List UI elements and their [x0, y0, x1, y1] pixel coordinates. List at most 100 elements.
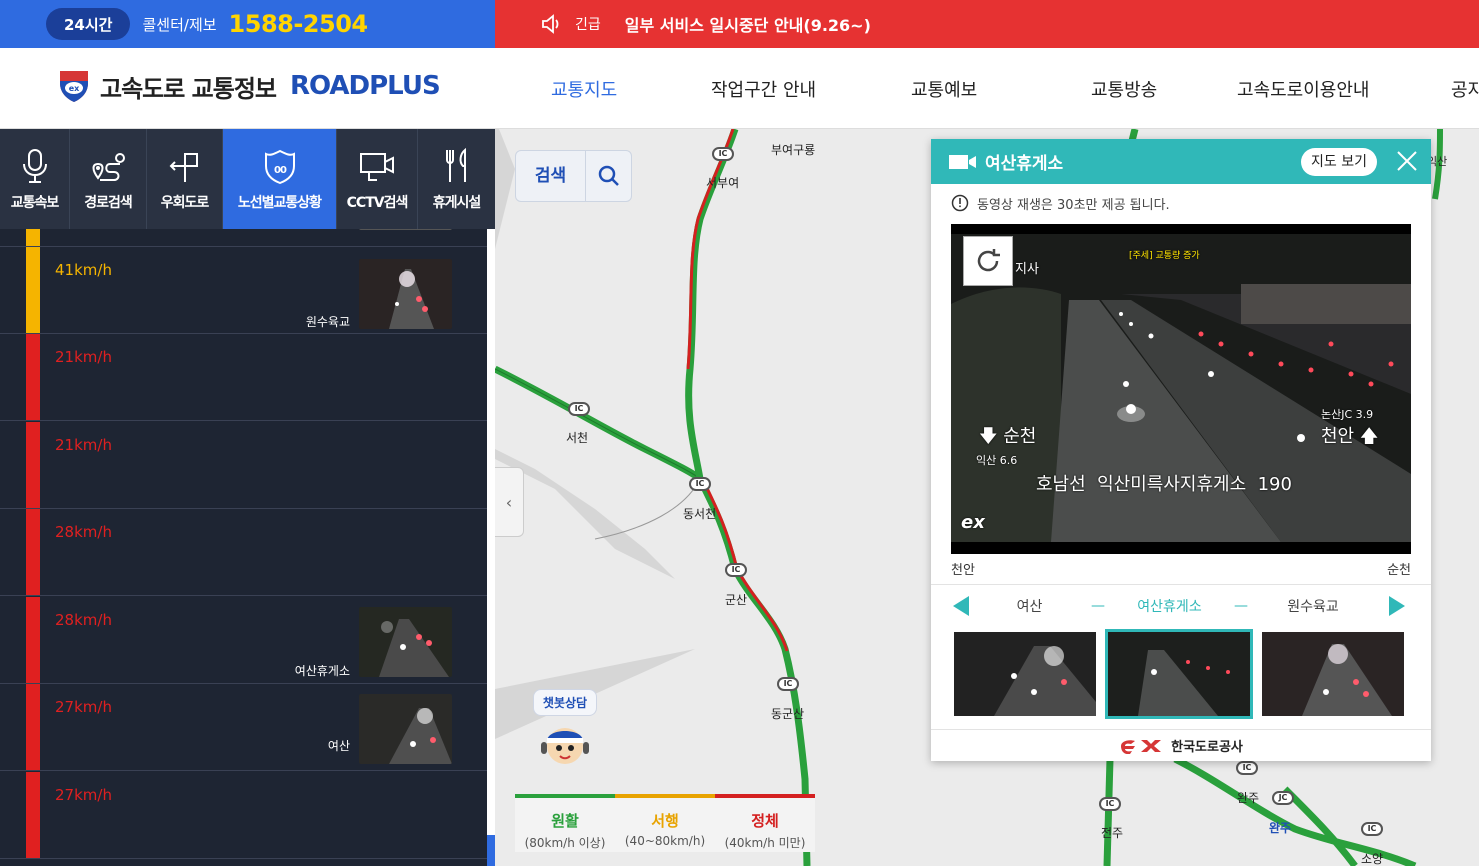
map-label: 군산 — [725, 593, 748, 607]
interchange-marker[interactable]: JC — [1272, 791, 1294, 805]
site-logo[interactable]: ex 고속도로 교통정보 ROADPLUS — [56, 68, 441, 104]
speaker-icon — [542, 14, 559, 34]
separator: — — [1234, 597, 1248, 614]
callcenter-bar: 24시간 콜센터/제보 1588-2504 — [0, 0, 495, 48]
info-notice: 동영상 재생은 30초만 제공 됩니다. — [931, 184, 1431, 222]
callcenter-label: 콜센터/제보 — [142, 15, 217, 34]
interchange-marker[interactable]: IC — [689, 477, 711, 491]
svg-text:00: 00 — [274, 165, 287, 176]
chatbot-mascot-icon — [541, 728, 589, 764]
legend-name: 원활 — [551, 812, 579, 830]
speed-bar — [26, 684, 40, 770]
cctv-thumbnail[interactable] — [359, 229, 452, 230]
list-item[interactable]: 21km/h — [0, 422, 487, 509]
cctv-thumbnail[interactable] — [359, 607, 452, 677]
nav-forecast[interactable]: 교통예보 — [911, 76, 1091, 102]
next-arrow-icon[interactable] — [1387, 595, 1407, 617]
highway-shield-logo-icon: ex — [60, 71, 88, 102]
speed-bar — [26, 229, 40, 246]
ex-brand-logo-icon — [1121, 739, 1162, 754]
info-icon — [951, 194, 969, 212]
cctv-thumbnail[interactable] — [359, 259, 452, 329]
map-label: 완주 — [1237, 791, 1260, 805]
nav-traffic-map[interactable]: 교통지도 — [551, 76, 711, 102]
prev-camera-label[interactable]: 여산 — [971, 596, 1088, 616]
interchange-marker[interactable]: IC — [1099, 797, 1121, 811]
panel-collapse-button[interactable]: ‹ — [495, 467, 524, 537]
nav-broadcast[interactable]: 교통방송 — [1091, 76, 1237, 102]
chatbot-button[interactable]: 챗봇상담 — [533, 689, 597, 780]
video-overlay-text: 천안 🡅 — [1321, 426, 1379, 447]
fork-knife-icon — [445, 147, 466, 182]
cctv-popup: 여산휴게소 지도 보기 동영상 재생은 30초만 제공 됩니다. 지사 [주세]… — [931, 139, 1431, 761]
video-overlay-text: 지사 — [1015, 262, 1039, 277]
site-brand: ROADPLUS — [290, 71, 441, 101]
list-item[interactable]: 왕궁 — [0, 229, 487, 247]
camera-thumbnail-next[interactable] — [1259, 629, 1407, 719]
separator: — — [1091, 597, 1105, 614]
tab-detour[interactable]: 우회도로 — [147, 129, 223, 229]
search-icon[interactable] — [586, 165, 631, 187]
speed-bar — [26, 597, 40, 683]
map-label: 서부여 — [706, 176, 740, 190]
close-icon[interactable] — [1395, 149, 1419, 173]
tab-label: 교통속보 — [10, 195, 60, 211]
interchange-marker[interactable]: IC — [1236, 761, 1258, 775]
tab-rest-area[interactable]: 휴게시설 — [418, 129, 495, 229]
tab-route-search[interactable]: 경로검색 — [70, 129, 147, 229]
speed-value: 21km/h — [55, 348, 112, 366]
chatbot-label: 챗봇상담 — [533, 689, 597, 716]
list-item[interactable]: 28km/h 여산휴게소 — [0, 597, 487, 684]
cctv-video[interactable]: 지사 [주세] 교통량 증가 🡇 순천 익산 6.6 논산JC 3.9 천안 🡅… — [951, 224, 1411, 554]
tab-cctv-search[interactable]: CCTV검색 — [337, 129, 418, 229]
prev-arrow-icon[interactable] — [951, 595, 971, 617]
nav-notice[interactable]: 공지 — [1451, 76, 1479, 102]
list-item[interactable]: 21km/h — [0, 334, 487, 421]
site-header: ex 고속도로 교통정보 ROADPLUS 교통지도 작업구간 안내 교통예보 … — [0, 48, 1479, 129]
camera-name: 원수육교 — [305, 315, 350, 329]
speed-value: 28km/h — [55, 523, 112, 541]
camera-thumbnail-current[interactable] — [1105, 629, 1253, 719]
direction-label: 천안 — [1321, 426, 1355, 447]
speed-value: 28km/h — [55, 611, 112, 629]
interchange-marker[interactable]: IC — [568, 402, 590, 416]
list-scrollbar[interactable] — [487, 229, 495, 866]
phone-number[interactable]: 1588-2504 — [229, 10, 369, 38]
tab-traffic-news[interactable]: 교통속보 — [0, 129, 70, 229]
cctv-thumbnail[interactable] — [359, 694, 452, 764]
current-camera-label: 여산휴게소 — [1137, 598, 1202, 615]
camera-navigator: 여산 — 여산휴게소 — 원수육교 — [931, 584, 1431, 626]
map-search[interactable]: 검색 — [515, 150, 632, 202]
scrollbar-thumb[interactable] — [487, 835, 495, 866]
refresh-icon — [977, 249, 1000, 272]
notice-text[interactable]: 일부 서비스 일시중단 안내(9.26~) — [625, 12, 871, 36]
list-item[interactable]: 41km/h 원수육교 — [0, 247, 487, 334]
legend-congested: 정체 (40km/h 미만) — [715, 794, 815, 852]
hours-badge: 24시간 — [46, 8, 131, 40]
interchange-marker[interactable]: IC — [1361, 822, 1383, 836]
interchange-marker[interactable]: IC — [725, 563, 747, 577]
map-label: 부여구룡 — [771, 143, 816, 157]
camera-thumbnail-prev[interactable] — [951, 629, 1099, 719]
tab-route-traffic[interactable]: 00 노선별교통상황 — [223, 129, 337, 229]
video-camera-icon — [949, 154, 976, 169]
ex-logo: ex — [961, 512, 985, 533]
list-item[interactable]: 28km/h — [0, 509, 487, 596]
video-overlay-text: 익산 6.6 — [976, 454, 1018, 467]
direction-right: 순천 — [1387, 563, 1411, 578]
speed-bar — [26, 509, 40, 595]
legend-range: (40km/h 미만) — [724, 836, 806, 850]
nav-usage-guide[interactable]: 고속도로이용안내 — [1237, 76, 1451, 102]
search-label[interactable]: 검색 — [516, 151, 586, 201]
nav-work-zone[interactable]: 작업구간 안내 — [711, 76, 911, 102]
speed-bar — [26, 422, 40, 508]
interchange-marker[interactable]: IC — [777, 677, 799, 691]
interchange-marker[interactable]: IC — [712, 147, 734, 161]
urgent-notice-bar[interactable]: 긴급 일부 서비스 일시중단 안내(9.26~) — [495, 0, 1479, 48]
list-item[interactable]: 27km/h 여산 — [0, 684, 487, 771]
refresh-button[interactable] — [963, 236, 1013, 286]
map-label: 동서천 — [683, 507, 717, 521]
view-map-button[interactable]: 지도 보기 — [1301, 148, 1377, 176]
next-camera-label[interactable]: 원수육교 — [1251, 596, 1375, 616]
list-item[interactable]: 27km/h — [0, 772, 487, 859]
